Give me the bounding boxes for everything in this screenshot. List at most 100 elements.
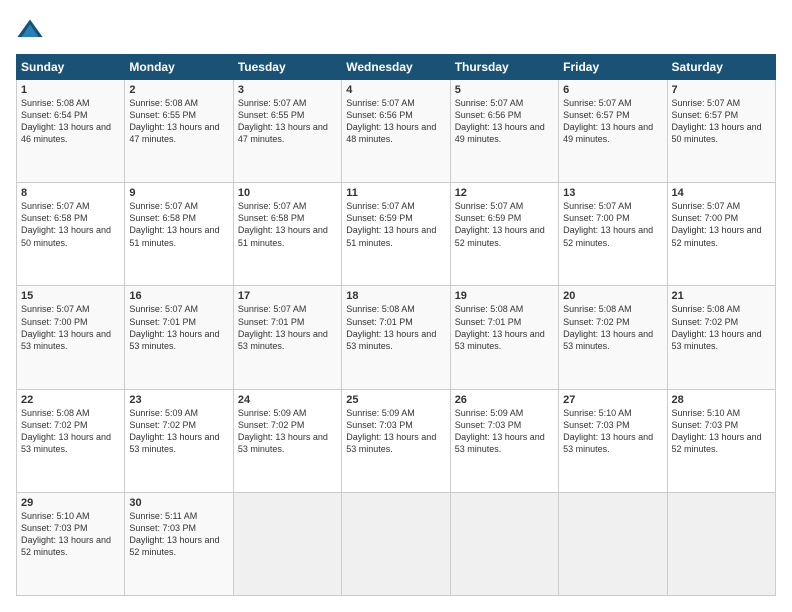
day-number: 26 — [455, 394, 554, 406]
calendar-cell: 2Sunrise: 5:08 AM Sunset: 6:55 PM Daylig… — [125, 80, 233, 183]
cell-content: Sunrise: 5:09 AM Sunset: 7:03 PM Dayligh… — [346, 407, 445, 456]
calendar-cell: 27Sunrise: 5:10 AM Sunset: 7:03 PM Dayli… — [559, 389, 667, 492]
day-number: 8 — [21, 187, 120, 199]
calendar-cell: 19Sunrise: 5:08 AM Sunset: 7:01 PM Dayli… — [450, 286, 558, 389]
day-number: 1 — [21, 84, 120, 96]
day-number: 21 — [672, 290, 771, 302]
calendar-cell: 23Sunrise: 5:09 AM Sunset: 7:02 PM Dayli… — [125, 389, 233, 492]
calendar-cell: 17Sunrise: 5:07 AM Sunset: 7:01 PM Dayli… — [233, 286, 341, 389]
day-number: 13 — [563, 187, 662, 199]
calendar-cell: 15Sunrise: 5:07 AM Sunset: 7:00 PM Dayli… — [17, 286, 125, 389]
cell-content: Sunrise: 5:07 AM Sunset: 7:00 PM Dayligh… — [21, 303, 120, 352]
cell-content: Sunrise: 5:07 AM Sunset: 7:01 PM Dayligh… — [238, 303, 337, 352]
day-number: 29 — [21, 497, 120, 509]
cell-content: Sunrise: 5:07 AM Sunset: 6:58 PM Dayligh… — [238, 200, 337, 249]
weekday-header-thursday: Thursday — [450, 55, 558, 80]
cell-content: Sunrise: 5:07 AM Sunset: 7:00 PM Dayligh… — [563, 200, 662, 249]
page: SundayMondayTuesdayWednesdayThursdayFrid… — [0, 0, 792, 612]
cell-content: Sunrise: 5:07 AM Sunset: 6:58 PM Dayligh… — [21, 200, 120, 249]
calendar-cell: 10Sunrise: 5:07 AM Sunset: 6:58 PM Dayli… — [233, 183, 341, 286]
logo — [16, 16, 48, 44]
day-number: 25 — [346, 394, 445, 406]
calendar-cell: 16Sunrise: 5:07 AM Sunset: 7:01 PM Dayli… — [125, 286, 233, 389]
cell-content: Sunrise: 5:07 AM Sunset: 6:59 PM Dayligh… — [346, 200, 445, 249]
calendar-cell — [450, 492, 558, 595]
calendar-cell: 25Sunrise: 5:09 AM Sunset: 7:03 PM Dayli… — [342, 389, 450, 492]
calendar-cell — [559, 492, 667, 595]
day-number: 2 — [129, 84, 228, 96]
cell-content: Sunrise: 5:07 AM Sunset: 6:59 PM Dayligh… — [455, 200, 554, 249]
cell-content: Sunrise: 5:07 AM Sunset: 6:55 PM Dayligh… — [238, 97, 337, 146]
cell-content: Sunrise: 5:07 AM Sunset: 6:56 PM Dayligh… — [346, 97, 445, 146]
calendar-cell: 30Sunrise: 5:11 AM Sunset: 7:03 PM Dayli… — [125, 492, 233, 595]
calendar-cell: 29Sunrise: 5:10 AM Sunset: 7:03 PM Dayli… — [17, 492, 125, 595]
day-number: 20 — [563, 290, 662, 302]
weekday-header-sunday: Sunday — [17, 55, 125, 80]
week-row-1: 8Sunrise: 5:07 AM Sunset: 6:58 PM Daylig… — [17, 183, 776, 286]
day-number: 24 — [238, 394, 337, 406]
day-number: 12 — [455, 187, 554, 199]
calendar-cell: 12Sunrise: 5:07 AM Sunset: 6:59 PM Dayli… — [450, 183, 558, 286]
cell-content: Sunrise: 5:10 AM Sunset: 7:03 PM Dayligh… — [563, 407, 662, 456]
calendar: SundayMondayTuesdayWednesdayThursdayFrid… — [16, 54, 776, 596]
day-number: 30 — [129, 497, 228, 509]
cell-content: Sunrise: 5:08 AM Sunset: 7:01 PM Dayligh… — [346, 303, 445, 352]
calendar-cell: 13Sunrise: 5:07 AM Sunset: 7:00 PM Dayli… — [559, 183, 667, 286]
cell-content: Sunrise: 5:08 AM Sunset: 7:01 PM Dayligh… — [455, 303, 554, 352]
calendar-cell: 6Sunrise: 5:07 AM Sunset: 6:57 PM Daylig… — [559, 80, 667, 183]
cell-content: Sunrise: 5:10 AM Sunset: 7:03 PM Dayligh… — [672, 407, 771, 456]
calendar-cell: 20Sunrise: 5:08 AM Sunset: 7:02 PM Dayli… — [559, 286, 667, 389]
weekday-header-saturday: Saturday — [667, 55, 775, 80]
weekday-header-wednesday: Wednesday — [342, 55, 450, 80]
day-number: 17 — [238, 290, 337, 302]
day-number: 23 — [129, 394, 228, 406]
header — [16, 16, 776, 44]
day-number: 3 — [238, 84, 337, 96]
day-number: 16 — [129, 290, 228, 302]
cell-content: Sunrise: 5:08 AM Sunset: 7:02 PM Dayligh… — [21, 407, 120, 456]
calendar-cell: 18Sunrise: 5:08 AM Sunset: 7:01 PM Dayli… — [342, 286, 450, 389]
cell-content: Sunrise: 5:09 AM Sunset: 7:02 PM Dayligh… — [238, 407, 337, 456]
calendar-cell: 4Sunrise: 5:07 AM Sunset: 6:56 PM Daylig… — [342, 80, 450, 183]
calendar-cell: 21Sunrise: 5:08 AM Sunset: 7:02 PM Dayli… — [667, 286, 775, 389]
day-number: 5 — [455, 84, 554, 96]
day-number: 18 — [346, 290, 445, 302]
week-row-2: 15Sunrise: 5:07 AM Sunset: 7:00 PM Dayli… — [17, 286, 776, 389]
cell-content: Sunrise: 5:08 AM Sunset: 6:55 PM Dayligh… — [129, 97, 228, 146]
day-number: 4 — [346, 84, 445, 96]
day-number: 28 — [672, 394, 771, 406]
week-row-4: 29Sunrise: 5:10 AM Sunset: 7:03 PM Dayli… — [17, 492, 776, 595]
cell-content: Sunrise: 5:07 AM Sunset: 6:57 PM Dayligh… — [672, 97, 771, 146]
calendar-cell — [233, 492, 341, 595]
cell-content: Sunrise: 5:11 AM Sunset: 7:03 PM Dayligh… — [129, 510, 228, 559]
day-number: 9 — [129, 187, 228, 199]
week-row-3: 22Sunrise: 5:08 AM Sunset: 7:02 PM Dayli… — [17, 389, 776, 492]
calendar-cell: 26Sunrise: 5:09 AM Sunset: 7:03 PM Dayli… — [450, 389, 558, 492]
calendar-cell: 28Sunrise: 5:10 AM Sunset: 7:03 PM Dayli… — [667, 389, 775, 492]
calendar-cell: 8Sunrise: 5:07 AM Sunset: 6:58 PM Daylig… — [17, 183, 125, 286]
day-number: 6 — [563, 84, 662, 96]
calendar-cell: 7Sunrise: 5:07 AM Sunset: 6:57 PM Daylig… — [667, 80, 775, 183]
cell-content: Sunrise: 5:08 AM Sunset: 6:54 PM Dayligh… — [21, 97, 120, 146]
cell-content: Sunrise: 5:07 AM Sunset: 6:58 PM Dayligh… — [129, 200, 228, 249]
calendar-cell: 3Sunrise: 5:07 AM Sunset: 6:55 PM Daylig… — [233, 80, 341, 183]
calendar-cell: 1Sunrise: 5:08 AM Sunset: 6:54 PM Daylig… — [17, 80, 125, 183]
cell-content: Sunrise: 5:10 AM Sunset: 7:03 PM Dayligh… — [21, 510, 120, 559]
cell-content: Sunrise: 5:09 AM Sunset: 7:03 PM Dayligh… — [455, 407, 554, 456]
day-number: 22 — [21, 394, 120, 406]
day-number: 10 — [238, 187, 337, 199]
weekday-header-tuesday: Tuesday — [233, 55, 341, 80]
week-row-0: 1Sunrise: 5:08 AM Sunset: 6:54 PM Daylig… — [17, 80, 776, 183]
weekday-header-monday: Monday — [125, 55, 233, 80]
day-number: 19 — [455, 290, 554, 302]
calendar-cell — [667, 492, 775, 595]
calendar-cell: 24Sunrise: 5:09 AM Sunset: 7:02 PM Dayli… — [233, 389, 341, 492]
logo-icon — [16, 16, 44, 44]
day-number: 14 — [672, 187, 771, 199]
cell-content: Sunrise: 5:08 AM Sunset: 7:02 PM Dayligh… — [563, 303, 662, 352]
cell-content: Sunrise: 5:08 AM Sunset: 7:02 PM Dayligh… — [672, 303, 771, 352]
calendar-cell — [342, 492, 450, 595]
weekday-header-row: SundayMondayTuesdayWednesdayThursdayFrid… — [17, 55, 776, 80]
day-number: 11 — [346, 187, 445, 199]
calendar-cell: 14Sunrise: 5:07 AM Sunset: 7:00 PM Dayli… — [667, 183, 775, 286]
